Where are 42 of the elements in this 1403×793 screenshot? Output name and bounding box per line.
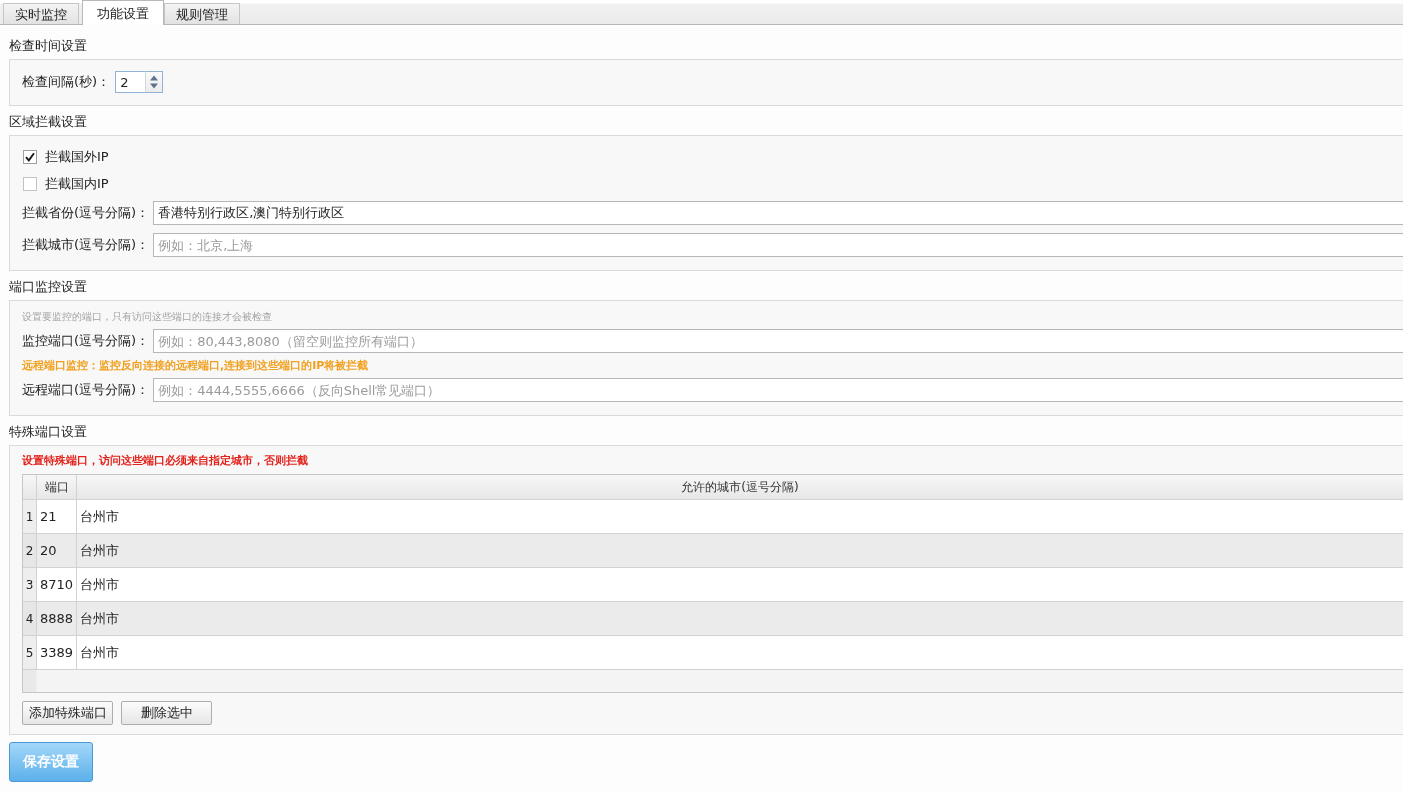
section-title: 区域拦截设置: [9, 113, 87, 131]
column-header[interactable]: 允许的城市(逗号分隔): [77, 475, 1403, 500]
field-label: 远程端口(逗号分隔)：: [22, 381, 150, 399]
field-label: 检查间隔(秒)：: [22, 73, 111, 91]
text-field[interactable]: 例如：北京,上海: [153, 233, 1403, 257]
checkbox-label[interactable]: 拦截国外IP: [45, 147, 109, 166]
field-label: 监控端口(逗号分隔)：: [22, 332, 150, 350]
column-header[interactable]: 端口: [37, 475, 77, 500]
row-number: 3: [23, 568, 37, 602]
row-number: 4: [23, 602, 37, 636]
field-label: 拦截城市(逗号分隔)：: [22, 236, 150, 254]
spin-button[interactable]: [145, 71, 164, 93]
row-number: 2: [23, 534, 37, 568]
action-button[interactable]: 删除选中: [121, 701, 212, 725]
tab[interactable]: 规则管理: [164, 3, 240, 24]
number-field[interactable]: 2: [115, 71, 146, 93]
table-cell: 3389: [37, 636, 77, 670]
alert-text: 设置特殊端口，访问这些端口必须来自指定城市，否则拦截: [22, 453, 309, 469]
text-field[interactable]: 例如：4444,5555,6666（反向Shell常见端口）: [153, 378, 1403, 402]
warning-text: 远程端口监控：监控反向连接的远程端口,连接到这些端口的IP将被拦截: [22, 358, 370, 374]
hint-text: 设置要监控的端口，只有访问这些端口的连接才会被检查: [22, 310, 273, 324]
checkbox[interactable]: [23, 176, 37, 191]
tab[interactable]: 功能设置: [82, 0, 164, 25]
table-cell: 8710: [37, 568, 77, 602]
section-title: 特殊端口设置: [9, 423, 87, 441]
field-label: 拦截省份(逗号分隔)：: [22, 204, 150, 222]
spin-arrows-icon: [149, 74, 160, 90]
action-button[interactable]: 添加特殊端口: [22, 701, 113, 725]
checkbox[interactable]: [23, 149, 37, 164]
section-title: 检查时间设置: [9, 37, 87, 55]
row-number: 1: [23, 500, 37, 534]
text-field[interactable]: 香港特别行政区,澳门特别行政区: [153, 201, 1403, 225]
tab[interactable]: 实时监控: [3, 3, 79, 24]
table-cell: 20: [37, 534, 77, 568]
row-number: 5: [23, 636, 37, 670]
checkbox-label[interactable]: 拦截国内IP: [45, 174, 109, 193]
section-title: 端口监控设置: [9, 278, 87, 296]
table-cell: 21: [37, 500, 77, 534]
text-field[interactable]: 例如：80,443,8080（留空则监控所有端口）: [153, 329, 1403, 353]
table-cell: 台州市: [77, 534, 1403, 568]
table-cell: 台州市: [77, 602, 1403, 636]
table-cell: 8888: [37, 602, 77, 636]
